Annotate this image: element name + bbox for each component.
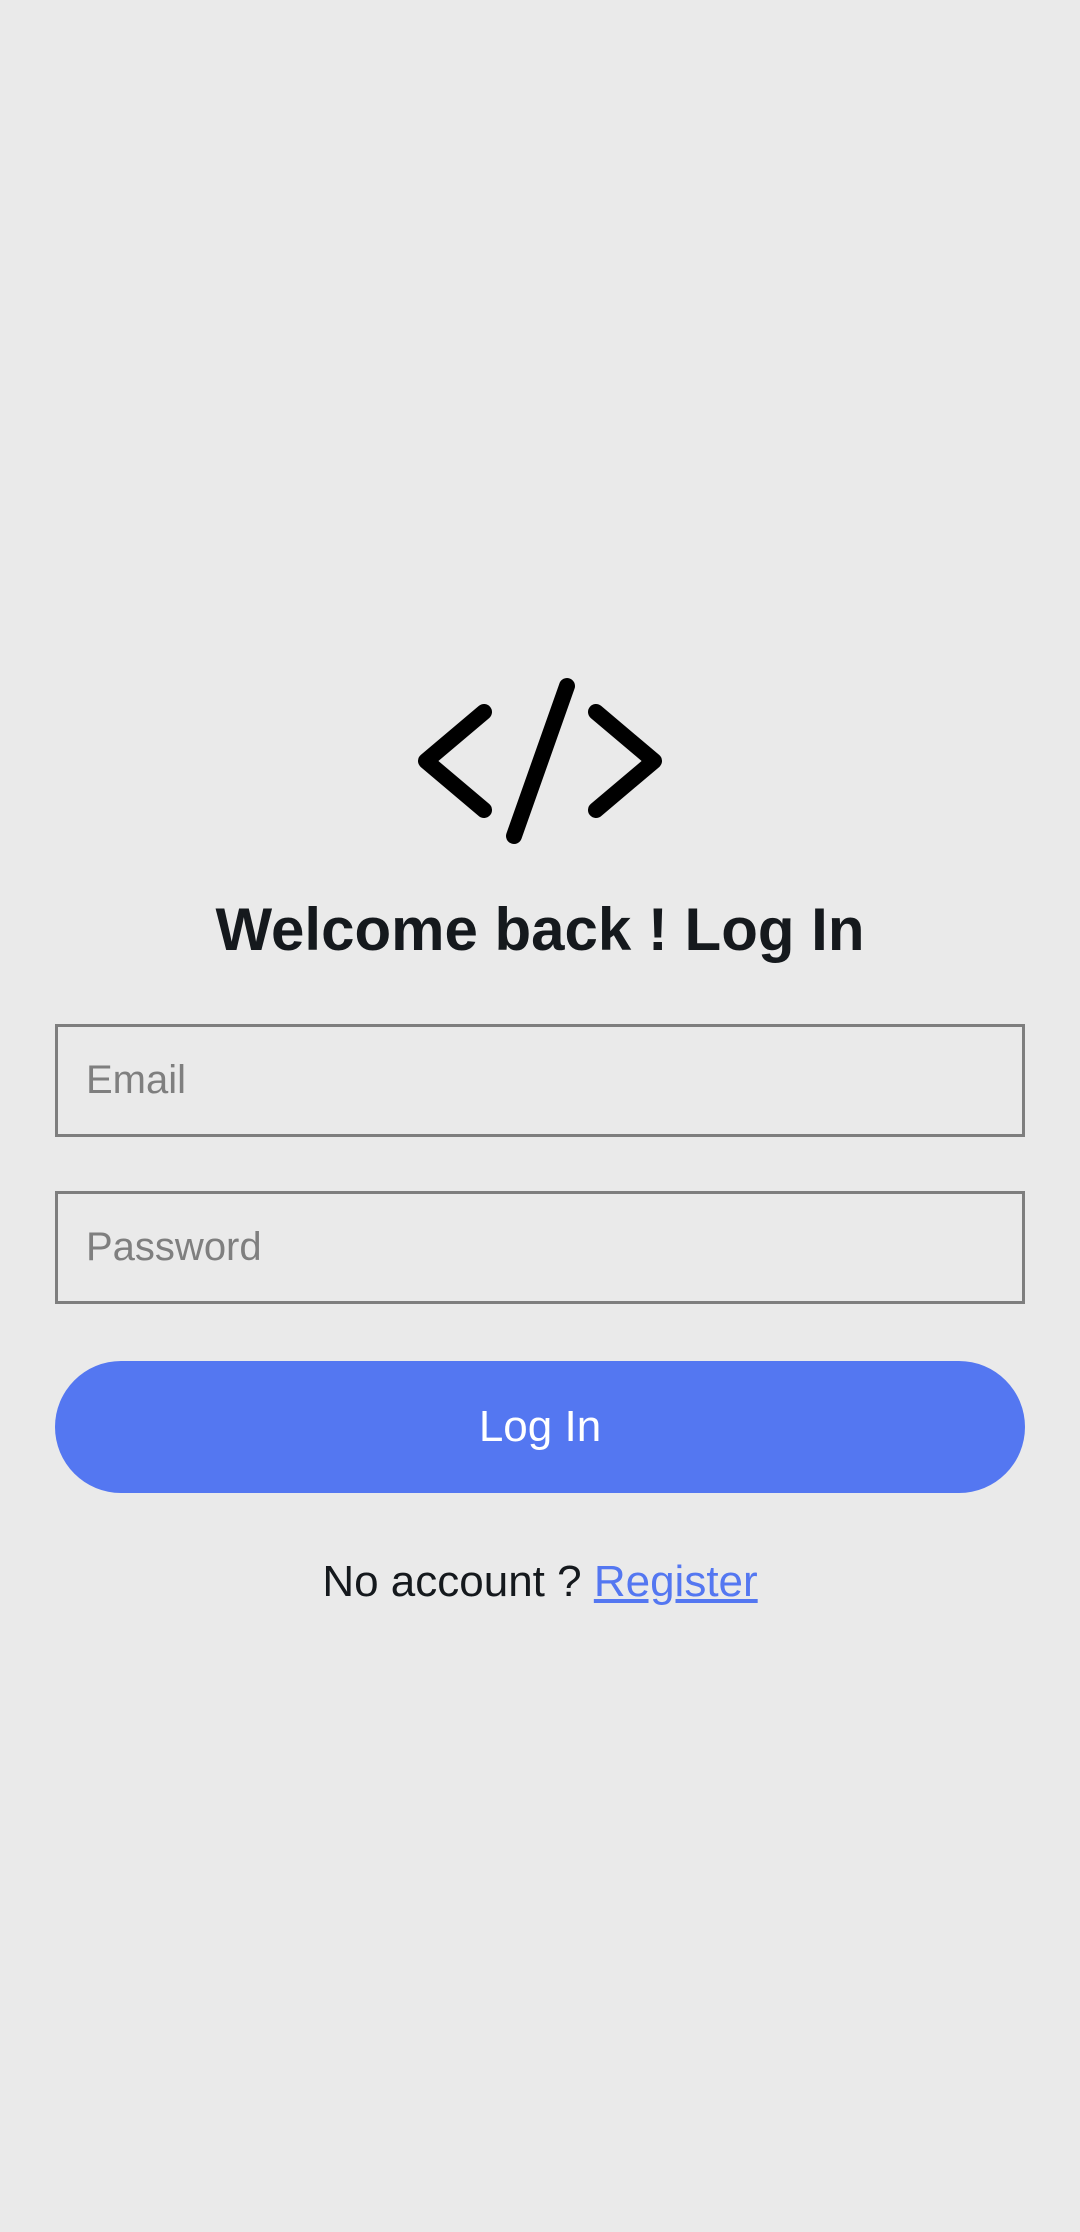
register-link[interactable]: Register <box>594 1557 758 1606</box>
page-title: Welcome back ! Log In <box>215 896 865 963</box>
register-prompt: No account ? <box>322 1557 594 1606</box>
code-brackets-icon <box>418 678 662 844</box>
password-field[interactable] <box>55 1191 1025 1304</box>
register-row: No account ? Register <box>0 1552 1080 1612</box>
email-field[interactable] <box>55 1024 1025 1137</box>
login-button[interactable]: Log In <box>55 1361 1025 1493</box>
